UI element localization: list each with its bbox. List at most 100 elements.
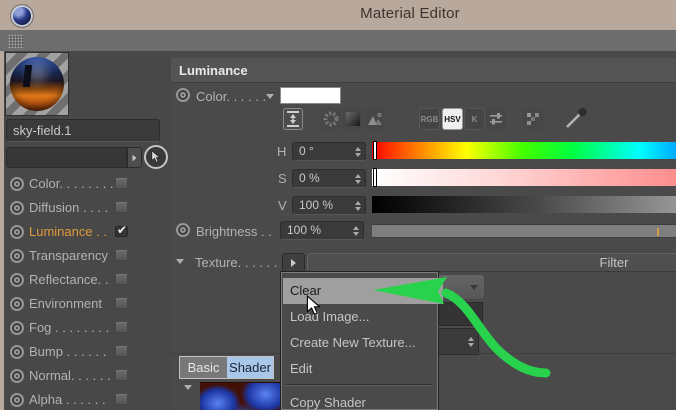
check-icon: ✔ — [117, 223, 127, 237]
channel-radio-icon[interactable] — [10, 393, 24, 407]
tab-shader[interactable]: Shader — [227, 357, 273, 378]
channel-row-diffusion: Diffusion . . . . — [4, 196, 171, 220]
saturation-gradient-bar[interactable] — [372, 169, 676, 186]
brightness-slider[interactable] — [372, 224, 676, 238]
channel-checkbox[interactable] — [115, 202, 128, 213]
channel-label[interactable]: Reflectance. . — [29, 272, 109, 287]
channel-label[interactable]: Diffusion . . . . — [29, 200, 108, 215]
channel-label[interactable]: Alpha . . . . . . — [29, 392, 106, 407]
mountain-image-icon — [367, 112, 383, 126]
preview-shape-field[interactable] — [6, 147, 127, 168]
saturation-marker[interactable] — [374, 169, 376, 186]
tab-basic[interactable]: Basic — [180, 357, 227, 378]
gradient-square-icon — [346, 112, 360, 126]
texture-sub-field[interactable] — [436, 302, 483, 326]
channel-radio-icon[interactable] — [10, 345, 24, 359]
value-spinner[interactable] — [355, 201, 361, 211]
channel-checkbox[interactable] — [115, 298, 128, 309]
channel-label[interactable]: Normal. . . . . . — [29, 368, 111, 383]
value-field[interactable]: 100 % — [292, 196, 366, 215]
brightness-value: 100 % — [287, 223, 321, 237]
channel-label[interactable]: Transparency — [29, 248, 108, 263]
texture-tabbar: Basic Shader — [179, 356, 274, 379]
hue-label: H — [277, 144, 286, 159]
value-gradient-bar[interactable] — [372, 196, 676, 213]
channel-checkbox[interactable] — [115, 370, 128, 381]
menu-item-edit[interactable]: Edit — [283, 356, 443, 382]
brightness-spinner[interactable] — [353, 226, 359, 236]
hue-field[interactable]: 0 ° — [292, 142, 366, 161]
mix-strength-spinner[interactable] — [468, 337, 474, 347]
channel-row-bump: Bump . . . . . . — [4, 340, 171, 364]
channel-radio-icon[interactable] — [10, 225, 24, 239]
channel-radio-icon[interactable] — [10, 273, 24, 287]
channel-radio-icon[interactable] — [10, 177, 24, 191]
compact-view-button[interactable] — [283, 108, 303, 130]
brightness-slider-handle[interactable] — [657, 228, 659, 236]
channel-row-alpha: Alpha . . . . . . — [4, 388, 171, 410]
material-editor-window: Material Editor sky-field.1 Color. . . .… — [0, 0, 676, 410]
eyedropper-icon[interactable] — [563, 107, 589, 131]
saturation-spinner[interactable] — [355, 174, 361, 184]
channel-radio-icon[interactable] — [10, 321, 24, 335]
material-preview[interactable] — [5, 52, 69, 116]
brightness-field[interactable]: 100 % — [280, 221, 364, 240]
cinema4d-logo-icon — [10, 4, 34, 28]
texture-label: Texture. . . . . . — [195, 255, 277, 270]
menu-item-copy-shader[interactable]: Copy Shader — [283, 390, 443, 410]
hue-gradient-bar[interactable] — [372, 142, 676, 159]
channel-radio-icon[interactable] — [10, 369, 24, 383]
channel-label[interactable]: Environment — [29, 296, 102, 311]
channel-label[interactable]: Luminance . . — [29, 224, 107, 239]
cursor-pick-icon — [150, 150, 162, 164]
right-arrow-icon — [291, 259, 296, 267]
title-bar[interactable]: Material Editor — [0, 0, 676, 30]
value-label: V — [278, 198, 287, 213]
channel-checkbox[interactable] — [115, 346, 128, 357]
sidebar: sky-field.1 Color. . . . . . . . Diffusi… — [4, 51, 172, 410]
mix-mode-dropdown[interactable] — [436, 274, 485, 300]
texture-menu-button[interactable] — [282, 253, 305, 272]
right-arrow-icon — [133, 154, 137, 160]
channel-checkbox[interactable] — [115, 250, 128, 261]
hue-spinner[interactable] — [355, 147, 361, 157]
image-picker-button[interactable] — [365, 108, 385, 130]
texture-expander-icon[interactable] — [176, 259, 184, 264]
mixer-button[interactable] — [486, 108, 506, 130]
preview-shape-dropdown-button[interactable] — [127, 147, 142, 168]
channel-checkbox[interactable] — [115, 394, 128, 405]
channel-radio-icon[interactable] — [10, 297, 24, 311]
hsv-mode-button[interactable]: HSV — [442, 108, 463, 130]
saturation-label: S — [278, 171, 287, 186]
shader-preview-image[interactable] — [200, 382, 280, 410]
saturation-field[interactable]: 0 % — [292, 169, 366, 188]
material-name-field[interactable]: sky-field.1 — [6, 119, 160, 142]
channel-row-normal: Normal. . . . . . — [4, 364, 171, 388]
color-collapse-icon[interactable] — [266, 94, 274, 99]
channel-label[interactable]: Color. . . . . . . . — [29, 176, 114, 191]
saturation-value: 0 % — [299, 171, 320, 185]
preview-expander-icon[interactable] — [184, 385, 192, 390]
texture-shader-button[interactable]: Filter — [307, 253, 676, 272]
swatches-button[interactable] — [523, 108, 543, 130]
channel-radio-icon[interactable] — [10, 249, 24, 263]
hue-marker[interactable] — [374, 142, 376, 159]
spectrum-button[interactable] — [343, 108, 363, 130]
channel-checkbox[interactable]: ✔ — [115, 226, 128, 237]
color-swatch[interactable] — [280, 87, 341, 104]
channel-label[interactable]: Fog . . . . . . . . — [29, 320, 109, 335]
menu-item-create-new-texture[interactable]: Create New Texture... — [283, 330, 443, 356]
color-wheel-button[interactable] — [321, 108, 341, 130]
channel-checkbox[interactable] — [115, 274, 128, 285]
window-title: Material Editor — [330, 5, 490, 22]
channel-label[interactable]: Bump . . . . . . — [29, 344, 106, 359]
channel-checkbox[interactable] — [115, 178, 128, 189]
color-radio-icon[interactable] — [176, 88, 190, 102]
pick-material-button[interactable] — [144, 145, 168, 169]
channel-checkbox[interactable] — [115, 322, 128, 333]
kelvin-mode-button[interactable]: K — [464, 108, 485, 130]
brightness-radio-icon[interactable] — [176, 223, 190, 237]
channel-radio-icon[interactable] — [10, 201, 24, 215]
rgb-mode-button[interactable]: RGB — [419, 108, 440, 130]
drag-grip-icon[interactable] — [8, 34, 23, 48]
